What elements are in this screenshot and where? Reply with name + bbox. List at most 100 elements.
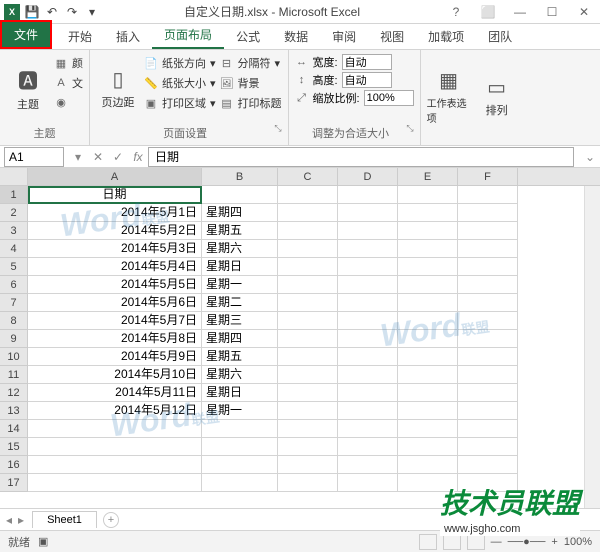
scale-input[interactable] [364,90,414,106]
add-sheet-button[interactable]: + [103,512,119,528]
sheet-nav-prev-icon[interactable]: ◂ [6,513,12,527]
tab-insert[interactable]: 插入 [104,24,152,49]
row-header[interactable]: 3 [0,222,28,240]
cell[interactable] [278,348,338,366]
cell[interactable] [278,276,338,294]
cell[interactable] [458,330,518,348]
cell[interactable] [398,222,458,240]
col-header-B[interactable]: B [202,168,278,185]
cell[interactable] [338,438,398,456]
width-input[interactable] [342,54,392,70]
cell[interactable]: 星期五 [202,348,278,366]
row-header[interactable]: 5 [0,258,28,276]
cell[interactable] [338,312,398,330]
row-header[interactable]: 12 [0,384,28,402]
tab-formulas[interactable]: 公式 [224,24,272,49]
cell[interactable] [338,204,398,222]
cell[interactable] [398,276,458,294]
tab-page-layout[interactable]: 页面布局 [152,22,224,49]
undo-icon[interactable]: ↶ [44,4,60,20]
cell[interactable]: 2014年5月11日 [28,384,202,402]
row-header[interactable]: 11 [0,366,28,384]
ribbon-display-icon[interactable]: ⬜ [476,2,500,22]
cell[interactable] [458,294,518,312]
cell[interactable] [458,312,518,330]
theme-fonts-button[interactable]: A文 [54,74,83,92]
print-area-button[interactable]: ▣打印区域 ▾ [144,94,216,112]
tab-file[interactable]: 文件 [0,20,52,49]
cell[interactable]: 2014年5月12日 [28,402,202,420]
row-header[interactable]: 15 [0,438,28,456]
cell[interactable]: 星期一 [202,402,278,420]
row-header[interactable]: 14 [0,420,28,438]
cell[interactable] [398,258,458,276]
theme-effects-button[interactable]: ◉ [54,94,83,110]
expand-formula-icon[interactable]: ⌄ [580,150,600,164]
cell[interactable] [398,348,458,366]
cell[interactable]: 2014年5月9日 [28,348,202,366]
tab-review[interactable]: 审阅 [320,24,368,49]
cell[interactable] [398,384,458,402]
sheet-tab-sheet1[interactable]: Sheet1 [32,511,97,528]
close-icon[interactable]: ✕ [572,2,596,22]
cell[interactable] [28,420,202,438]
cell[interactable] [458,258,518,276]
sheet-options-button[interactable]: ▦ 工作表选项 [427,54,471,139]
cell[interactable] [278,240,338,258]
cell[interactable]: 2014年5月5日 [28,276,202,294]
qat-customize-icon[interactable]: ▾ [84,4,100,20]
cell[interactable]: 2014年5月8日 [28,330,202,348]
cell[interactable] [338,276,398,294]
cells-area[interactable]: 日期2014年5月1日星期四2014年5月2日星期五2014年5月3日星期六20… [28,186,600,492]
cell[interactable] [458,420,518,438]
row-header[interactable]: 10 [0,348,28,366]
cell[interactable]: 星期日 [202,258,278,276]
cell[interactable] [338,402,398,420]
row-header[interactable]: 17 [0,474,28,492]
cell[interactable] [28,438,202,456]
row-header[interactable]: 6 [0,276,28,294]
zoom-out-icon[interactable]: — [491,536,502,548]
page-setup-launcher-icon[interactable]: ⤡ [274,123,281,141]
row-header[interactable]: 4 [0,240,28,258]
cell[interactable] [458,402,518,420]
cell[interactable] [398,438,458,456]
cell[interactable] [338,240,398,258]
cell[interactable]: 星期二 [202,294,278,312]
cell[interactable] [398,456,458,474]
cell[interactable] [278,186,338,204]
row-header[interactable]: 9 [0,330,28,348]
cell[interactable] [458,456,518,474]
cell[interactable]: 星期一 [202,276,278,294]
cell[interactable] [458,222,518,240]
tab-view[interactable]: 视图 [368,24,416,49]
cell[interactable]: 2014年5月3日 [28,240,202,258]
tab-team[interactable]: 团队 [476,24,524,49]
cancel-formula-icon[interactable]: ✕ [88,150,108,164]
cell[interactable] [278,204,338,222]
cell[interactable] [338,186,398,204]
tab-home[interactable]: 开始 [56,24,104,49]
sheet-nav-next-icon[interactable]: ▸ [18,513,24,527]
cell[interactable]: 星期五 [202,222,278,240]
cell[interactable] [458,348,518,366]
excel-app-icon[interactable]: X [4,4,20,20]
cell[interactable] [338,330,398,348]
minimize-icon[interactable]: — [508,2,532,22]
cell[interactable] [398,420,458,438]
background-button[interactable]: 🖼背景 [220,74,282,92]
cell[interactable] [278,402,338,420]
row-header[interactable]: 2 [0,204,28,222]
cell[interactable] [398,366,458,384]
scale-launcher-icon[interactable]: ⤡ [406,123,413,141]
row-header[interactable]: 13 [0,402,28,420]
cell[interactable] [278,330,338,348]
fx-icon[interactable]: fx [128,150,148,164]
cell[interactable] [202,474,278,492]
cell[interactable] [398,240,458,258]
row-header[interactable]: 8 [0,312,28,330]
macro-record-icon[interactable]: ▣ [38,535,48,548]
maximize-icon[interactable]: ☐ [540,2,564,22]
cell[interactable] [458,204,518,222]
redo-icon[interactable]: ↷ [64,4,80,20]
